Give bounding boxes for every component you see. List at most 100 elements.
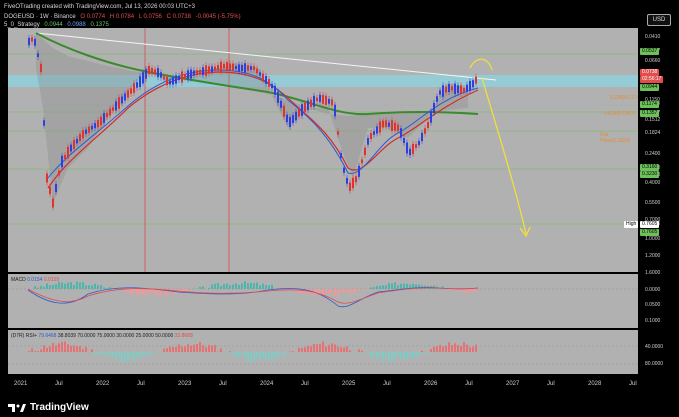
- rsi-bar: [217, 351, 219, 352]
- candle-body: [271, 83, 273, 89]
- price-axis-label: 0.0660: [645, 58, 661, 64]
- candle-body: [283, 105, 285, 117]
- rsi-bar: [313, 344, 315, 352]
- candle-body: [337, 131, 339, 135]
- candle-body: [343, 167, 345, 173]
- rsi-bar: [148, 352, 150, 355]
- rsi-bar: [262, 352, 264, 359]
- macd-histogram-bar: [214, 283, 216, 289]
- macd-histogram-bar: [268, 285, 270, 289]
- candle-body: [118, 97, 120, 109]
- macd-histogram-bar: [223, 284, 225, 289]
- rsi-bar: [385, 352, 387, 359]
- rsi-bar: [328, 344, 330, 352]
- candle-body: [436, 96, 438, 102]
- macd-histogram-bar: [85, 285, 87, 289]
- candle-body: [265, 76, 267, 84]
- rsi-axis[interactable]: [638, 330, 671, 374]
- macd-histogram-bar: [241, 283, 243, 289]
- candle-body: [85, 129, 87, 134]
- candle-body: [301, 104, 303, 116]
- candle-body: [346, 177, 348, 184]
- price-axis-label: 0.1512: [645, 117, 661, 123]
- candle-body: [64, 154, 66, 160]
- ohlc-close: C 0.0738: [166, 14, 191, 20]
- rsi-bar: [169, 346, 171, 352]
- rsi-bar: [121, 352, 123, 363]
- candle-body: [304, 102, 306, 112]
- rsi-bar: [445, 345, 447, 352]
- candle-body: [160, 72, 162, 78]
- macd-histogram-bar: [253, 283, 255, 289]
- candle-body: [103, 113, 105, 123]
- candle-body: [454, 83, 456, 95]
- rsi-bar: [151, 352, 153, 354]
- rsi-bar: [154, 352, 156, 354]
- rsi-bar: [376, 352, 378, 360]
- macd-histogram-bar: [154, 289, 156, 295]
- candle-body: [439, 90, 441, 95]
- rsi-bar: [379, 352, 381, 356]
- rsi-bar: [256, 352, 258, 358]
- rsi-bar: [220, 348, 222, 352]
- candle-body: [460, 85, 462, 94]
- macd-histogram-bar: [199, 286, 201, 289]
- symbol-row: DOGEUSD · 1W · Binance O 0.0774 H 0.0784…: [4, 14, 244, 20]
- macd-histogram-bar: [235, 283, 237, 289]
- candle-body: [409, 148, 411, 156]
- price-axis-label: 0.1824: [645, 130, 661, 136]
- candle-body: [442, 85, 444, 97]
- rsi-bar: [64, 341, 66, 352]
- time-axis-label: 2028: [588, 381, 602, 387]
- price-chart: [8, 28, 638, 272]
- candle-body: [220, 61, 222, 72]
- rsi-bar: [316, 344, 318, 352]
- candle-body: [457, 85, 459, 94]
- rsi-pane[interactable]: (D7R) RSI+ 79.6468 38.8039 70.0000 75.00…: [8, 330, 638, 374]
- macd-histogram-bar: [139, 289, 141, 296]
- price-tag-fib: 0.1174: [640, 101, 659, 108]
- macd-histogram-bar: [148, 289, 150, 294]
- candle-body: [193, 70, 195, 76]
- rsi-bar: [280, 352, 282, 354]
- macd-histogram-bar: [451, 289, 453, 291]
- candle-body: [244, 63, 246, 73]
- macd-histogram-bar: [463, 289, 465, 292]
- candle-body: [421, 132, 423, 142]
- macd-histogram-bar: [229, 285, 231, 289]
- macd-histogram-bar: [217, 283, 219, 289]
- rsi-bar: [136, 352, 138, 358]
- macd-pane[interactable]: MACD 0.0154 0.0159: [8, 274, 638, 328]
- macd-histogram-bar: [382, 285, 384, 289]
- candle-body: [28, 37, 30, 46]
- macd-histogram-bar: [43, 286, 45, 289]
- macd-histogram-bar: [100, 285, 102, 289]
- candle-body: [397, 124, 399, 131]
- price-tag-ma: 0.0944: [640, 84, 660, 91]
- macd-histogram-bar: [208, 287, 210, 289]
- rsi-bar: [187, 344, 189, 352]
- price-pane[interactable]: 0.236(0.1174) 0.618(0.1357) Fair Price(0…: [8, 28, 641, 272]
- candle-body: [355, 176, 357, 183]
- candle-body: [403, 137, 405, 144]
- candle-body: [379, 121, 381, 133]
- candle-body: [280, 100, 282, 108]
- time-axis-label: Jul: [383, 381, 391, 387]
- macd-histogram-bar: [40, 285, 42, 289]
- candle-body: [364, 147, 366, 156]
- rsi-bar: [130, 352, 132, 358]
- macd-histogram-bar: [67, 282, 69, 289]
- macd-histogram-bar: [232, 284, 234, 289]
- candle-body: [142, 72, 144, 84]
- macd-histogram-bar: [55, 284, 57, 289]
- time-axis-label: 2022: [96, 381, 110, 387]
- rsi-bar: [250, 352, 252, 362]
- symbol-label[interactable]: DOGEUSD · 1W · Binance: [4, 14, 76, 20]
- macd-histogram-bar: [220, 285, 222, 289]
- candle-body: [202, 67, 204, 76]
- macd-histogram-bar: [142, 289, 144, 295]
- macd-histogram-bar: [211, 284, 213, 289]
- currency-button[interactable]: USD: [647, 14, 671, 26]
- candle-body: [433, 102, 435, 114]
- candle-body: [205, 65, 207, 76]
